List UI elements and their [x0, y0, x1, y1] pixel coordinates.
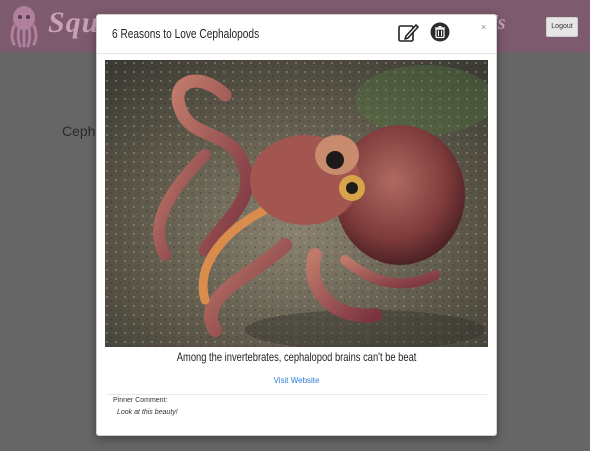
octopus-photo — [105, 60, 488, 347]
visit-website-link[interactable]: Visit Website — [97, 376, 496, 385]
logout-button[interactable]: Logout — [546, 17, 578, 37]
divider — [107, 394, 487, 395]
brand-name[interactable]: Squ — [48, 6, 99, 40]
pin-modal: 6 Reasons to Love Cephalopods × Among th… — [96, 14, 497, 436]
pin-caption: Among the invertebrates, cephalopod brai… — [97, 350, 496, 364]
modal-header: 6 Reasons to Love Cephalopods × — [97, 15, 496, 54]
squid-logo-icon[interactable] — [6, 4, 42, 48]
comment-text: Look at this beauty! — [117, 409, 178, 416]
close-button[interactable]: × — [481, 22, 486, 32]
edit-pencil-icon[interactable] — [397, 22, 419, 44]
pin-title: 6 Reasons to Love Cephalopods — [112, 26, 260, 41]
comment-label: Pinner Comment: — [113, 397, 168, 404]
caption-text: Among the invertebrates, cephalopod brai… — [176, 350, 417, 364]
trash-icon[interactable] — [430, 22, 450, 42]
